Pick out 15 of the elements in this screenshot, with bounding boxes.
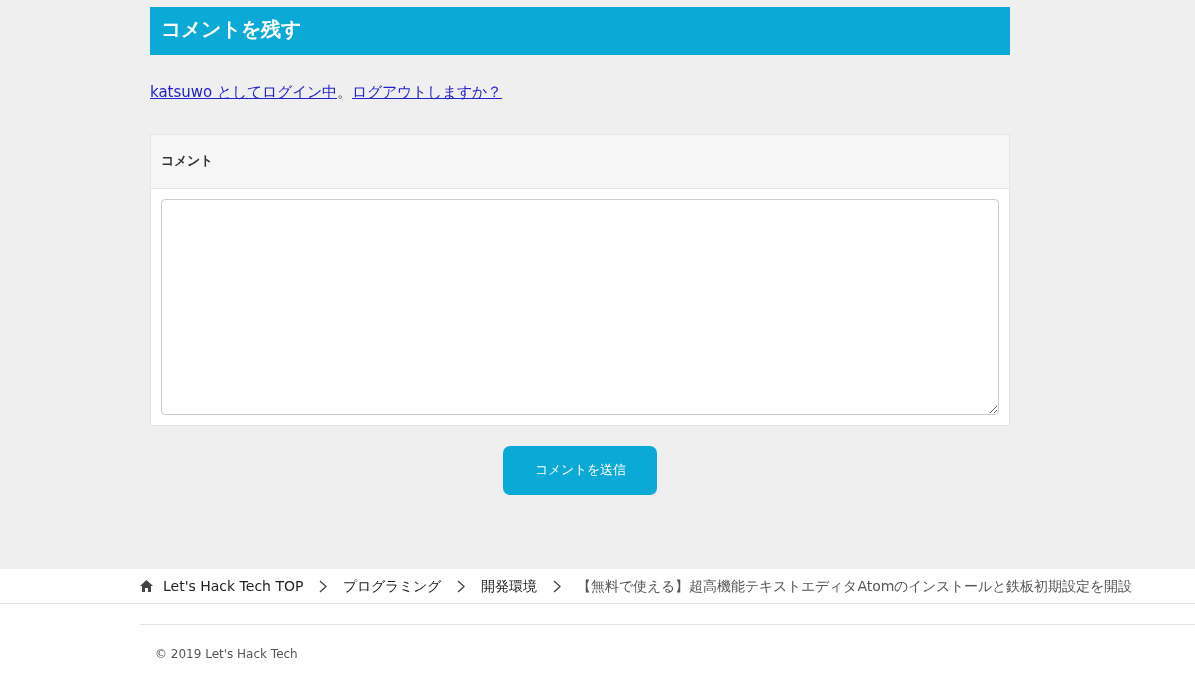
- chevron-icon: [319, 579, 328, 593]
- login-link[interactable]: katsuwo としてログイン中: [150, 83, 338, 101]
- breadcrumb-link[interactable]: プログラミング: [343, 575, 442, 597]
- section-title: コメントを残す: [150, 7, 1010, 55]
- chevron-icon: [553, 579, 562, 593]
- copyright-text: © 2019 Let's Hack Tech: [154, 646, 299, 663]
- breadcrumb-link[interactable]: Let's Hack Tech TOP: [163, 575, 304, 597]
- home-icon: [140, 580, 153, 592]
- current-page-text: 【無料で使える】超高機能テキストエディタAtomのインストールと鉄板初期設定を開設: [577, 576, 1133, 596]
- login-status-text: katsuwo としてログイン中。ログアウトしますか？: [150, 82, 504, 103]
- logout-link[interactable]: ログアウトしますか？: [352, 83, 503, 101]
- comment-field[interactable]: [161, 198, 999, 415]
- chevron-icon: [457, 579, 466, 593]
- field-label: コメント: [151, 134, 1009, 189]
- breadcrumb-link[interactable]: 開発環境: [481, 575, 538, 597]
